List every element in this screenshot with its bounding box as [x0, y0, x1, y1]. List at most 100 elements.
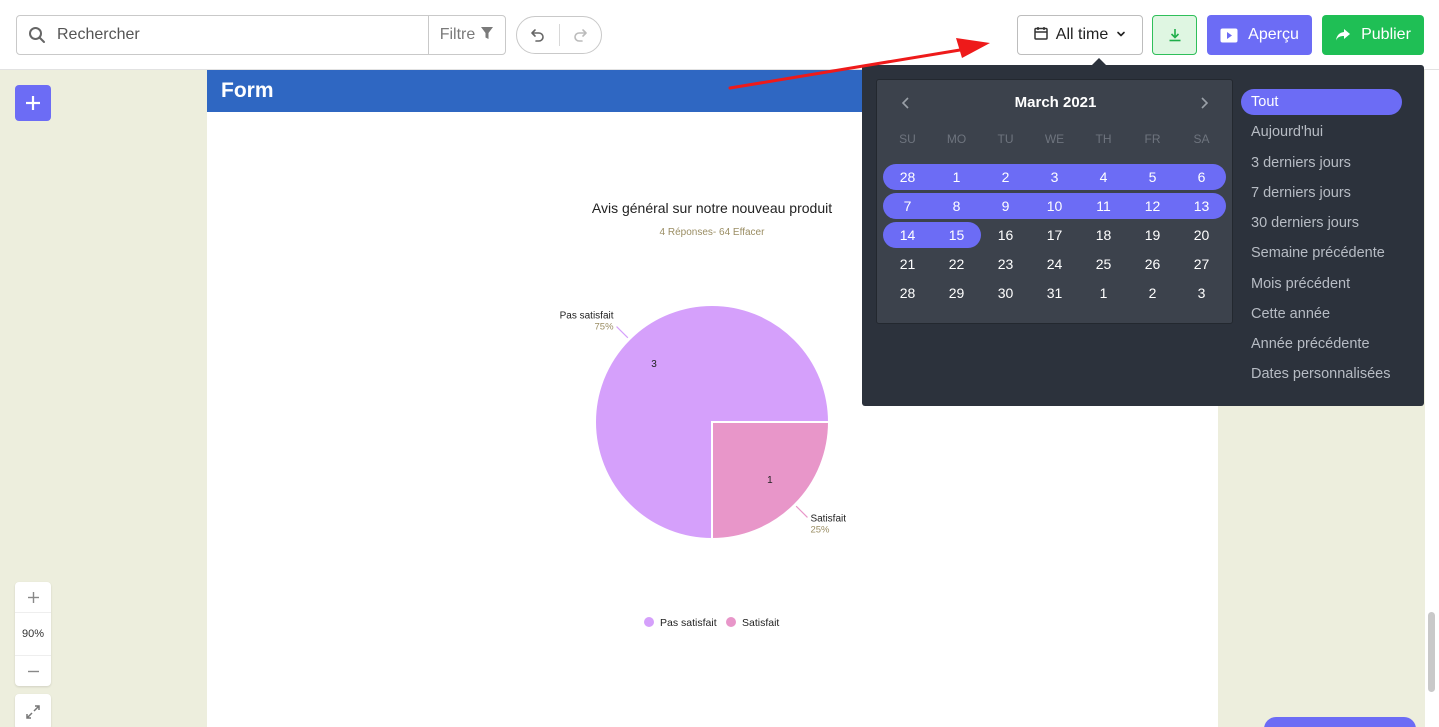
calendar-day[interactable]: 8 — [932, 194, 981, 218]
calendar-day[interactable]: 15 — [932, 223, 981, 247]
calendar-day[interactable]: 29 — [932, 281, 981, 305]
calendar-day[interactable]: 1 — [1079, 281, 1128, 305]
calendar-day[interactable]: 21 — [883, 252, 932, 276]
calendar-day[interactable]: 3 — [1177, 281, 1226, 305]
leader-line — [616, 326, 629, 339]
undo-redo-group — [516, 16, 602, 54]
calendar-day[interactable]: 28 — [883, 165, 932, 189]
calendar-day[interactable]: 11 — [1079, 194, 1128, 218]
date-preset-item[interactable]: Semaine précédente — [1241, 240, 1402, 266]
weekday-header: SU — [899, 132, 916, 146]
preview-button[interactable]: Aperçu — [1207, 15, 1312, 55]
date-preset-item[interactable]: Aujourd'hui — [1241, 119, 1402, 145]
date-range-panel: March 2021 SU MO TU WE TH FR SA 28 1 2 3 4 5 6 7 8 9 10 11… — [862, 65, 1424, 406]
undo-button[interactable] — [517, 17, 559, 53]
date-preset-item[interactable]: Tout — [1241, 89, 1402, 115]
preview-label: Aperçu — [1248, 26, 1299, 43]
date-range-dropdown[interactable]: All time — [1017, 15, 1143, 55]
next-month-button[interactable] — [1189, 91, 1219, 115]
legend-swatch — [644, 617, 654, 627]
date-preset-item[interactable]: 7 derniers jours — [1241, 180, 1402, 206]
slice-category-label: Satisfait — [810, 513, 846, 524]
calendar-day[interactable]: 23 — [981, 252, 1030, 276]
date-preset-item[interactable]: Mois précédent — [1241, 271, 1402, 297]
calendar-day[interactable]: 10 — [1030, 194, 1079, 218]
calendar-day[interactable]: 20 — [1177, 223, 1226, 247]
calendar-day[interactable]: 22 — [932, 252, 981, 276]
help-button[interactable] — [1264, 717, 1416, 727]
calendar-day[interactable]: 2 — [1128, 281, 1177, 305]
chevron-left-icon — [901, 97, 909, 109]
calendar-day[interactable]: 19 — [1128, 223, 1177, 247]
zoom-in-button[interactable] — [15, 582, 51, 612]
calendar-day[interactable]: 18 — [1079, 223, 1128, 247]
calendar-icon — [1034, 26, 1048, 45]
filter-button[interactable]: Filtre — [428, 16, 505, 54]
search-box: Filtre — [16, 15, 506, 55]
calendar-day[interactable]: 28 — [883, 281, 932, 305]
publish-button[interactable]: Publier — [1322, 15, 1424, 55]
calendar-day[interactable]: 6 — [1177, 165, 1226, 189]
date-range-label: All time — [1055, 26, 1109, 43]
calendar-day[interactable]: 2 — [981, 165, 1030, 189]
date-preset-item[interactable]: 30 derniers jours — [1241, 210, 1402, 236]
leader-line — [795, 505, 808, 518]
calendar-day[interactable]: 13 — [1177, 194, 1226, 218]
funnel-icon — [480, 26, 494, 45]
legend-label[interactable]: Pas satisfait — [660, 617, 717, 629]
weekday-header: SA — [1193, 132, 1210, 146]
expand-icon — [26, 705, 40, 719]
search-input[interactable] — [57, 16, 428, 54]
calendar-day[interactable]: 5 — [1128, 165, 1177, 189]
calendar-day[interactable]: 7 — [883, 194, 932, 218]
plus-icon — [27, 591, 39, 603]
calendar-day[interactable]: 24 — [1030, 252, 1079, 276]
slice-percent-label: 25% — [810, 524, 830, 535]
calendar-day[interactable]: 3 — [1030, 165, 1079, 189]
slice-value-label: 3 — [651, 359, 657, 370]
slice-percent-label: 75% — [595, 322, 615, 333]
calendar-day[interactable]: 16 — [981, 223, 1030, 247]
date-preset-item[interactable]: Dates personnalisées — [1241, 361, 1402, 387]
calendar-day[interactable]: 17 — [1030, 223, 1079, 247]
calendar-day[interactable]: 14 — [883, 223, 932, 247]
publish-label: Publier — [1361, 26, 1411, 43]
scrollbar[interactable] — [1428, 612, 1435, 692]
chevron-right-icon — [1201, 97, 1209, 109]
date-preset-item[interactable]: Cette année — [1241, 301, 1402, 327]
zoom-level: 90% — [15, 612, 51, 656]
calendar-day[interactable]: 4 — [1079, 165, 1128, 189]
chevron-down-icon — [1116, 26, 1126, 44]
download-button[interactable] — [1152, 15, 1197, 55]
play-icon — [1220, 28, 1238, 42]
weekday-header: TU — [997, 132, 1014, 146]
calendar-day[interactable]: 26 — [1128, 252, 1177, 276]
share-arrow-icon — [1336, 29, 1351, 41]
calendar-day[interactable]: 1 — [932, 165, 981, 189]
weekday-header: FR — [1144, 132, 1161, 146]
calendar-day[interactable]: 12 — [1128, 194, 1177, 218]
weekday-header: WE — [1044, 132, 1065, 146]
slice-category-label: Pas satisfait — [560, 311, 614, 322]
calendar-day[interactable]: 31 — [1030, 281, 1079, 305]
prev-month-button[interactable] — [891, 91, 921, 115]
weekday-header: MO — [946, 132, 967, 146]
plus-icon — [26, 96, 40, 110]
fit-screen-button[interactable] — [15, 694, 51, 727]
calendar-day[interactable]: 27 — [1177, 252, 1226, 276]
calendar-day[interactable]: 25 — [1079, 252, 1128, 276]
legend-swatch — [726, 617, 736, 627]
calendar-day[interactable]: 30 — [981, 281, 1030, 305]
redo-icon — [574, 29, 588, 42]
date-preset-item[interactable]: Année précédente — [1241, 331, 1402, 357]
date-preset-item[interactable]: 3 derniers jours — [1241, 150, 1402, 176]
undo-icon — [530, 29, 544, 42]
redo-button[interactable] — [559, 17, 601, 53]
zoom-control: 90% — [15, 582, 51, 686]
zoom-out-button[interactable] — [15, 656, 51, 686]
add-element-button[interactable] — [15, 85, 51, 121]
calendar-day[interactable]: 9 — [981, 194, 1030, 218]
download-icon — [1169, 29, 1180, 42]
legend-label[interactable]: Satisfait — [742, 617, 779, 629]
calendar: March 2021 SU MO TU WE TH FR SA 28 1 2 3 4 5 6 7 8 9 10 11… — [876, 79, 1233, 324]
